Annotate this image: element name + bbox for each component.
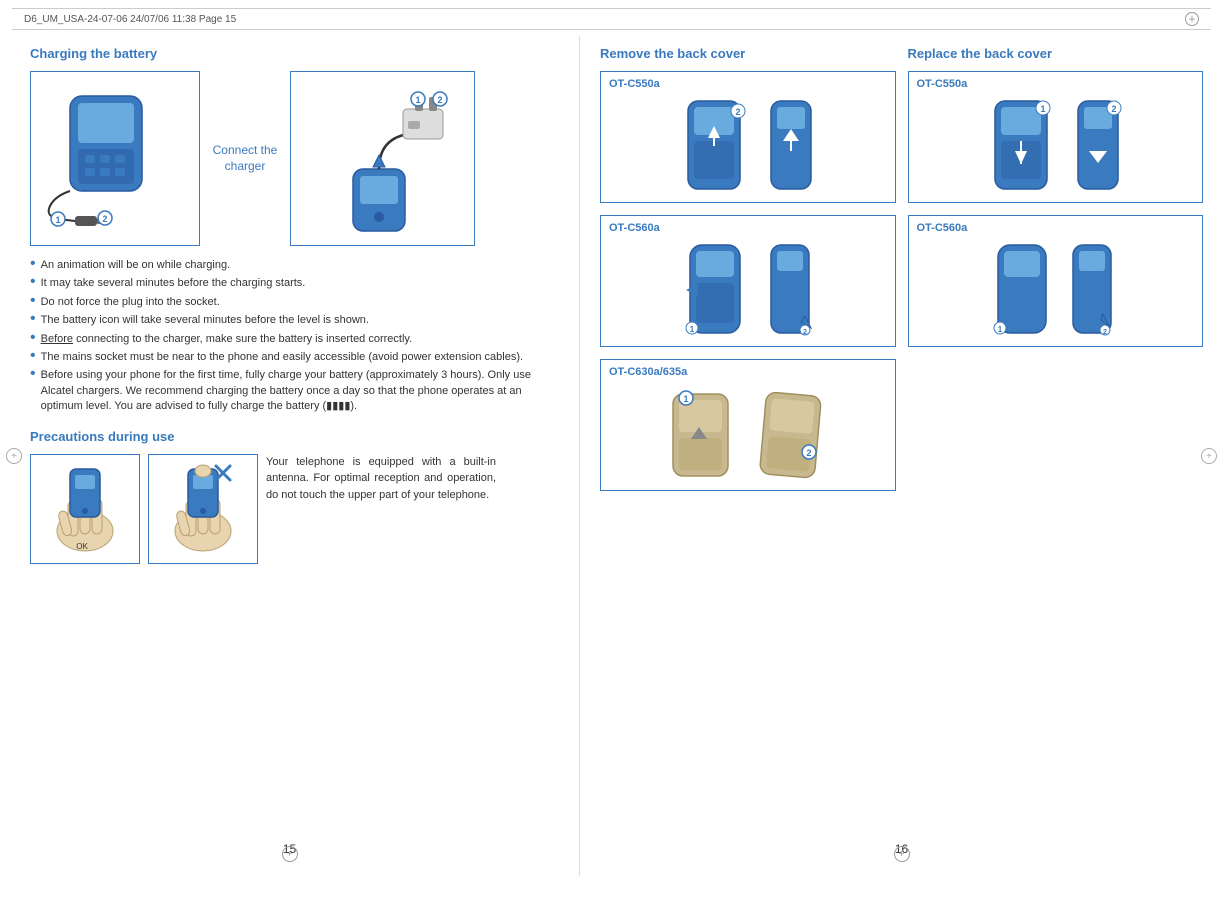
- bullet-dot-5: •: [30, 330, 36, 346]
- remove-heading: Remove the back cover: [600, 46, 896, 61]
- svg-text:2: 2: [437, 95, 442, 105]
- svg-text:2: 2: [102, 214, 107, 224]
- precautions-text: Your telephone is equipped with a built-…: [266, 454, 496, 504]
- page-right: + Remove the back cover OT-C550a: [580, 36, 1223, 876]
- bullet-dot-2: •: [30, 274, 36, 290]
- model-box-c550a-remove: OT-C550a 2: [600, 71, 896, 203]
- bottom-crosshair-right: [894, 846, 910, 862]
- precautions-section: Precautions during use: [30, 429, 559, 564]
- page-left: + Charging the battery: [0, 36, 580, 876]
- bullet-item-4: • The battery icon will take several min…: [30, 313, 559, 328]
- model-label-c630a-remove: OT-C630a/635a: [609, 366, 887, 378]
- charging-left-image: 1 2: [30, 71, 200, 246]
- svg-text:2: 2: [806, 448, 811, 458]
- model-label-c550a-replace: OT-C550a: [917, 78, 1195, 90]
- charging-phone-svg: 1 2: [40, 81, 190, 236]
- c550a-remove-phone2: [763, 96, 818, 196]
- svg-text:1: 1: [1041, 104, 1046, 114]
- c560a-replace-phone2: 2: [1065, 240, 1120, 340]
- model-label-c560a-remove: OT-C560a: [609, 222, 887, 234]
- charging-right-image: 1 2: [290, 71, 475, 246]
- precautions-images-container: OK: [30, 454, 559, 564]
- model-label-c560a-replace: OT-C560a: [917, 222, 1195, 234]
- header-crosshair: [1185, 12, 1199, 26]
- c550a-remove-phone1: 2: [678, 96, 753, 196]
- svg-text:2: 2: [803, 329, 807, 336]
- svg-text:1: 1: [683, 394, 688, 404]
- replace-heading: Replace the back cover: [908, 46, 1204, 61]
- side-reg-mark-left: +: [6, 448, 22, 464]
- svg-text:2: 2: [1103, 329, 1107, 336]
- bullet-item-7: • Before using your phone for the first …: [30, 368, 559, 414]
- svg-text:OK: OK: [76, 542, 88, 551]
- c560a-replace-phone1: 1: [990, 240, 1055, 340]
- c630a-phone2: 2: [753, 384, 833, 484]
- bullet-list: • An animation will be on while charging…: [30, 258, 559, 415]
- connect-charger-label: Connect the charger: [210, 143, 280, 174]
- svg-text:1: 1: [415, 95, 420, 105]
- c560a-remove-phone2: 2: [763, 240, 818, 340]
- bottom-crosshair-left: [282, 846, 298, 862]
- precaution-phone-hand-svg: OK: [40, 461, 130, 556]
- model-images-c550a-remove: 2: [609, 96, 887, 196]
- replace-column: Replace the back cover OT-C550a 1: [908, 46, 1204, 503]
- c550a-replace-phone2: 2: [1070, 96, 1125, 196]
- bullet-dot-3: •: [30, 293, 36, 309]
- precaution-image-2: [148, 454, 258, 564]
- svg-text:1: 1: [998, 325, 1003, 334]
- remove-column: Remove the back cover OT-C550a: [600, 46, 896, 503]
- model-label-c550a-remove: OT-C550a: [609, 78, 887, 90]
- svg-text:1: 1: [690, 325, 695, 334]
- model-images-c630a-remove: 1 2: [609, 384, 887, 484]
- spacer-replace: [908, 359, 1204, 479]
- charging-heading: Charging the battery: [30, 46, 559, 61]
- precautions-heading: Precautions during use: [30, 429, 559, 444]
- bullet-dot-4: •: [30, 311, 36, 327]
- bullet-item-5: • Before connecting to the charger, make…: [30, 332, 559, 347]
- charging-section: Charging the battery: [30, 46, 559, 415]
- model-box-c630a-remove: OT-C630a/635a 1: [600, 359, 896, 491]
- header-bar: D6_UM_USA-24-07-06 24/07/06 11:38 Page 1…: [12, 8, 1211, 30]
- bullet-dot-1: •: [30, 256, 36, 272]
- bullet-item-6: • The mains socket must be near to the p…: [30, 350, 559, 365]
- model-images-c560a-remove: 1 2: [609, 240, 887, 340]
- bullet-item-2: • It may take several minutes before the…: [30, 276, 559, 291]
- side-reg-mark-right: +: [1201, 448, 1217, 464]
- c560a-remove-phone1: 1: [678, 240, 753, 340]
- model-box-c560a-replace: OT-C560a 1: [908, 215, 1204, 347]
- precaution-image-1: OK: [30, 454, 140, 564]
- pages-container: + Charging the battery: [0, 36, 1223, 876]
- precaution-wrong-svg: [158, 461, 248, 556]
- charging-images: 1 2 Connect the charger: [30, 71, 559, 246]
- model-box-c550a-replace: OT-C550a 1: [908, 71, 1204, 203]
- right-sections: Remove the back cover OT-C550a: [600, 46, 1203, 503]
- model-box-c560a-remove: OT-C560a 1: [600, 215, 896, 347]
- svg-text:1: 1: [55, 215, 60, 225]
- before-underline: Before: [41, 333, 73, 345]
- svg-text:2: 2: [1112, 104, 1117, 114]
- bullet-item-3: • Do not force the plug into the socket.: [30, 295, 559, 310]
- bullet-dot-6: •: [30, 348, 36, 364]
- model-images-c550a-replace: 1 2: [917, 96, 1195, 196]
- svg-text:2: 2: [735, 107, 740, 117]
- charging-wall-svg: 1 2: [298, 79, 468, 239]
- header-text: D6_UM_USA-24-07-06 24/07/06 11:38 Page 1…: [24, 14, 236, 25]
- c550a-replace-phone1: 1: [985, 96, 1060, 196]
- bullet-item-1: • An animation will be on while charging…: [30, 258, 559, 273]
- model-images-c560a-replace: 1 2: [917, 240, 1195, 340]
- c630a-phone1: 1: [663, 384, 743, 484]
- bullet-dot-7: •: [30, 366, 36, 382]
